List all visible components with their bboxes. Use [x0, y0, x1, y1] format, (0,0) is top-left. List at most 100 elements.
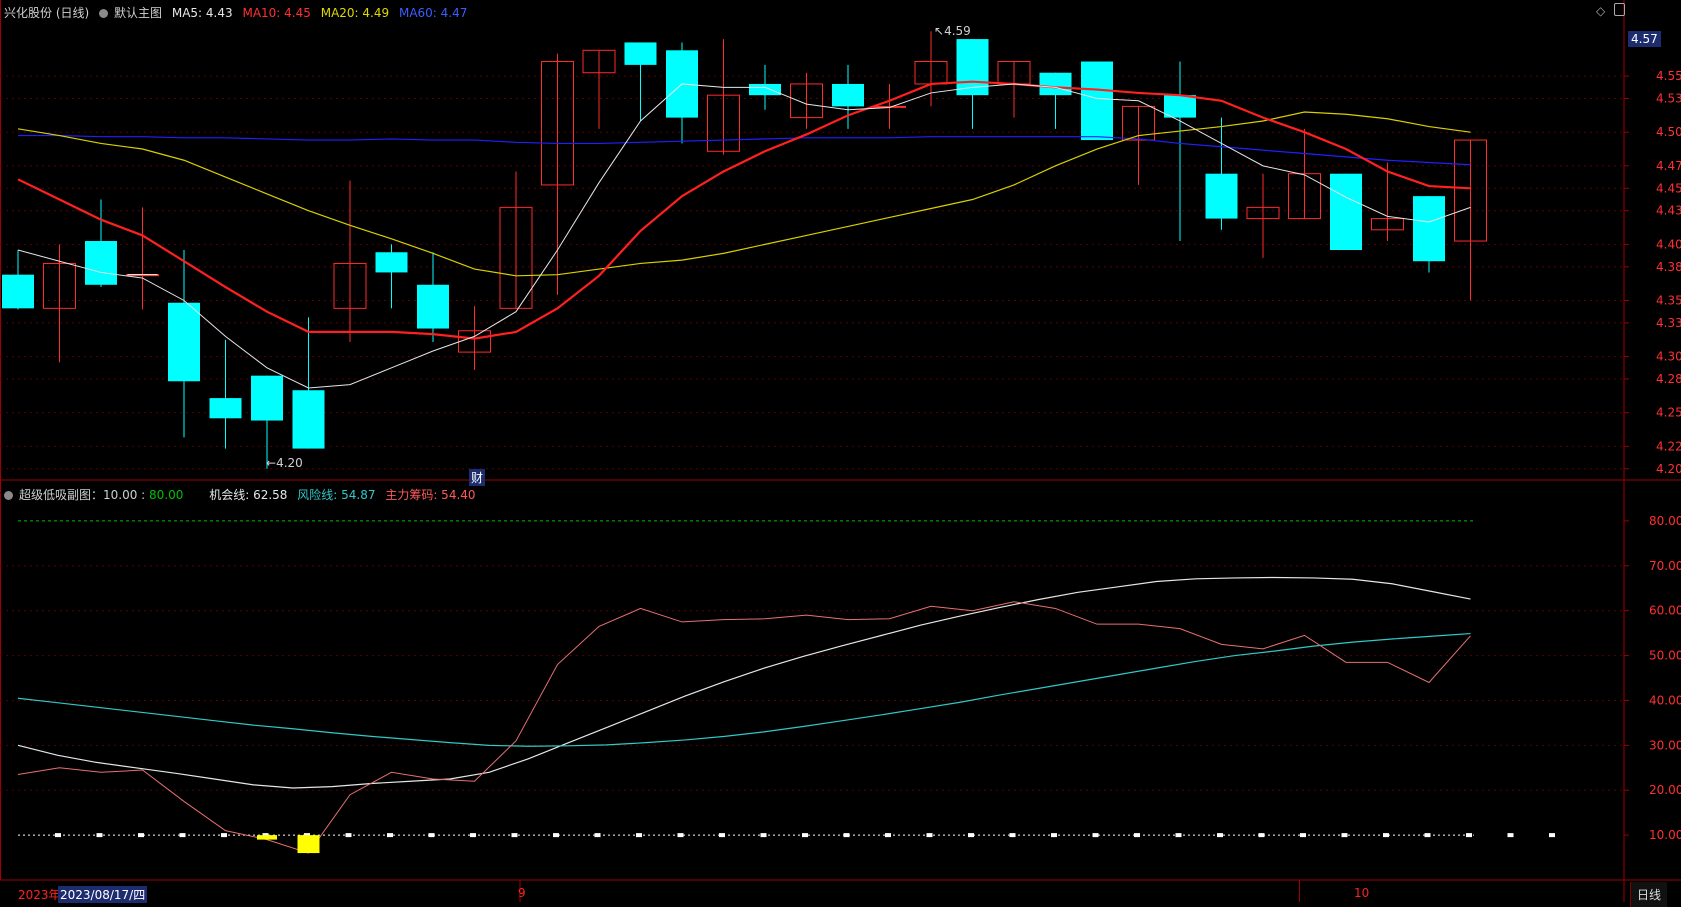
candle-down: [1330, 173, 1362, 250]
candle-down: [292, 390, 325, 449]
main-chart-label[interactable]: 默认主图: [114, 6, 162, 20]
level-10-marker: [511, 833, 518, 838]
level-10-marker: [636, 833, 642, 838]
sub-y-tick-label: 10.00: [1649, 828, 1681, 842]
month-9-label: 9: [518, 886, 526, 900]
candle-down: [832, 83, 864, 107]
bottom-signal-bar: [257, 835, 277, 840]
high-price-value: 4.59: [944, 24, 971, 38]
main-y-tick-label: 4.35: [1656, 293, 1681, 307]
level-10-marker: [1134, 833, 1140, 838]
ma10-label: MA10: 4.45: [242, 6, 311, 20]
low-price-value: 4.20: [276, 456, 303, 470]
candle-down: [1205, 173, 1238, 219]
level-10-marker: [926, 833, 933, 838]
level-10-marker: [1258, 833, 1265, 838]
period-tab-daily[interactable]: 日线: [1630, 882, 1668, 907]
bottom-signal-bar: [297, 835, 320, 854]
main-y-tick-label: 4.22: [1656, 439, 1681, 453]
sub-y-tick-label: 30.00: [1649, 738, 1681, 752]
candle-down: [2, 274, 34, 309]
level-10-marker: [1383, 833, 1389, 838]
risk-line-label: 风险线: 54.87: [297, 488, 376, 502]
main-y-tick-label: 4.45: [1656, 181, 1681, 195]
level-10-marker: [885, 833, 891, 838]
level-10-marker: [138, 833, 144, 838]
level-10-marker: [1341, 833, 1348, 838]
level-10-marker: [1217, 833, 1223, 838]
level-10-marker: [428, 833, 435, 838]
main-y-tick-label: 4.33: [1656, 316, 1681, 330]
ma60-label: MA60: 4.47: [398, 6, 468, 20]
candle-down: [85, 241, 117, 285]
main-chip-label: 主力筹码: 54.40: [385, 488, 476, 502]
grid-layer: [0, 0, 1681, 902]
candle-down: [1413, 196, 1445, 262]
main-candlestick-layer: [2, 31, 1487, 469]
sub-y-tick-label: 40.00: [1649, 693, 1681, 707]
earnings-event-marker[interactable]: 财: [469, 469, 486, 486]
sub-y-tick-label: 80.00: [1649, 514, 1681, 528]
settings-icon[interactable]: [99, 9, 109, 18]
main-y-tick-label: 4.30: [1656, 350, 1681, 364]
sub-y-tick-label: 60.00: [1649, 604, 1681, 618]
level-10-marker: [96, 833, 103, 838]
sub-y-tick-label: 50.00: [1649, 649, 1681, 663]
sub-settings-icon[interactable]: [4, 491, 13, 500]
main-y-tick-label: 4.55: [1656, 69, 1681, 83]
stock-title[interactable]: 兴化股份 (日线): [4, 6, 89, 20]
main-y-tick-label: 4.20: [1656, 462, 1681, 476]
high-price-annotation: ↖4.59: [934, 24, 971, 38]
risk-line: [17, 632, 1471, 747]
level-10-marker: [221, 833, 227, 838]
panel-toggle-icon[interactable]: [1614, 3, 1625, 16]
level-10-marker: [1092, 833, 1099, 838]
main-y-tick-label: 4.38: [1656, 260, 1681, 274]
current-price-tag: 4.57: [1628, 31, 1661, 47]
sub-indicator-layer: [17, 520, 1555, 854]
sub-y-tick-label: 20.00: [1649, 783, 1681, 797]
level-10-marker: [760, 833, 767, 838]
main-y-tick-label: 4.25: [1656, 406, 1681, 420]
main-y-tick-label: 4.40: [1656, 237, 1681, 251]
month-10-label: 10: [1354, 886, 1370, 900]
level-10-marker: [345, 833, 352, 838]
candle-down: [1081, 61, 1113, 141]
level-10-marker: [1424, 833, 1431, 838]
opportunity-line-label: 机会线: 62.58: [209, 488, 288, 502]
main-y-tick-label: 4.53: [1656, 92, 1681, 106]
sub-chart-title[interactable]: 超级低吸副图：10.00 :: [19, 488, 145, 502]
ma5-line: [17, 83, 1471, 389]
candle-down: [1039, 72, 1072, 96]
level-10-marker: [1507, 833, 1514, 838]
level-10-marker: [1051, 833, 1057, 838]
level-10-marker: [1549, 833, 1555, 838]
main-chip-line: [17, 601, 1471, 854]
opportunity-line: [17, 576, 1471, 789]
level-10-marker: [1300, 833, 1306, 838]
level-10-marker: [387, 833, 393, 838]
level-80-label: 80.00: [149, 488, 184, 502]
candle-down: [168, 302, 200, 382]
level-10-marker: [677, 833, 684, 838]
candle-down: [375, 252, 408, 273]
candle-down: [209, 398, 242, 419]
sub-y-tick-label: 70.00: [1649, 559, 1681, 573]
level-10-marker: [843, 833, 850, 838]
level-10-marker: [802, 833, 808, 838]
level-10-marker: [719, 833, 725, 838]
level-10-marker: [594, 833, 601, 838]
level-10-marker: [179, 833, 186, 838]
axis-layer: 4.20 4.22 4.25 4.28 4.30 4.33 4.35 4.38 4.40 4.43…: [519, 69, 1681, 902]
low-price-annotation: ←4.20: [266, 456, 303, 470]
main-y-tick-label: 4.50: [1656, 125, 1681, 139]
sub-chart-header: 超级低吸副图：10.00 : 80.00 机会线: 62.58 风险线: 54.…: [4, 486, 482, 503]
level-10-marker: [1009, 833, 1016, 838]
ma20-line: [17, 111, 1471, 277]
ma5-label: MA5: 4.43: [171, 6, 233, 20]
main-y-tick-label: 4.47: [1656, 159, 1681, 173]
stock-chart-canvas[interactable]: 4.20 4.22 4.25 4.28 4.30 4.33 4.35 4.38 4.40 4.43…: [0, 0, 1681, 902]
cursor-date-label: 2023/08/17/四: [58, 886, 148, 903]
diamond-icon[interactable]: ◇: [1596, 4, 1605, 18]
main-y-tick-label: 4.28: [1656, 372, 1681, 386]
